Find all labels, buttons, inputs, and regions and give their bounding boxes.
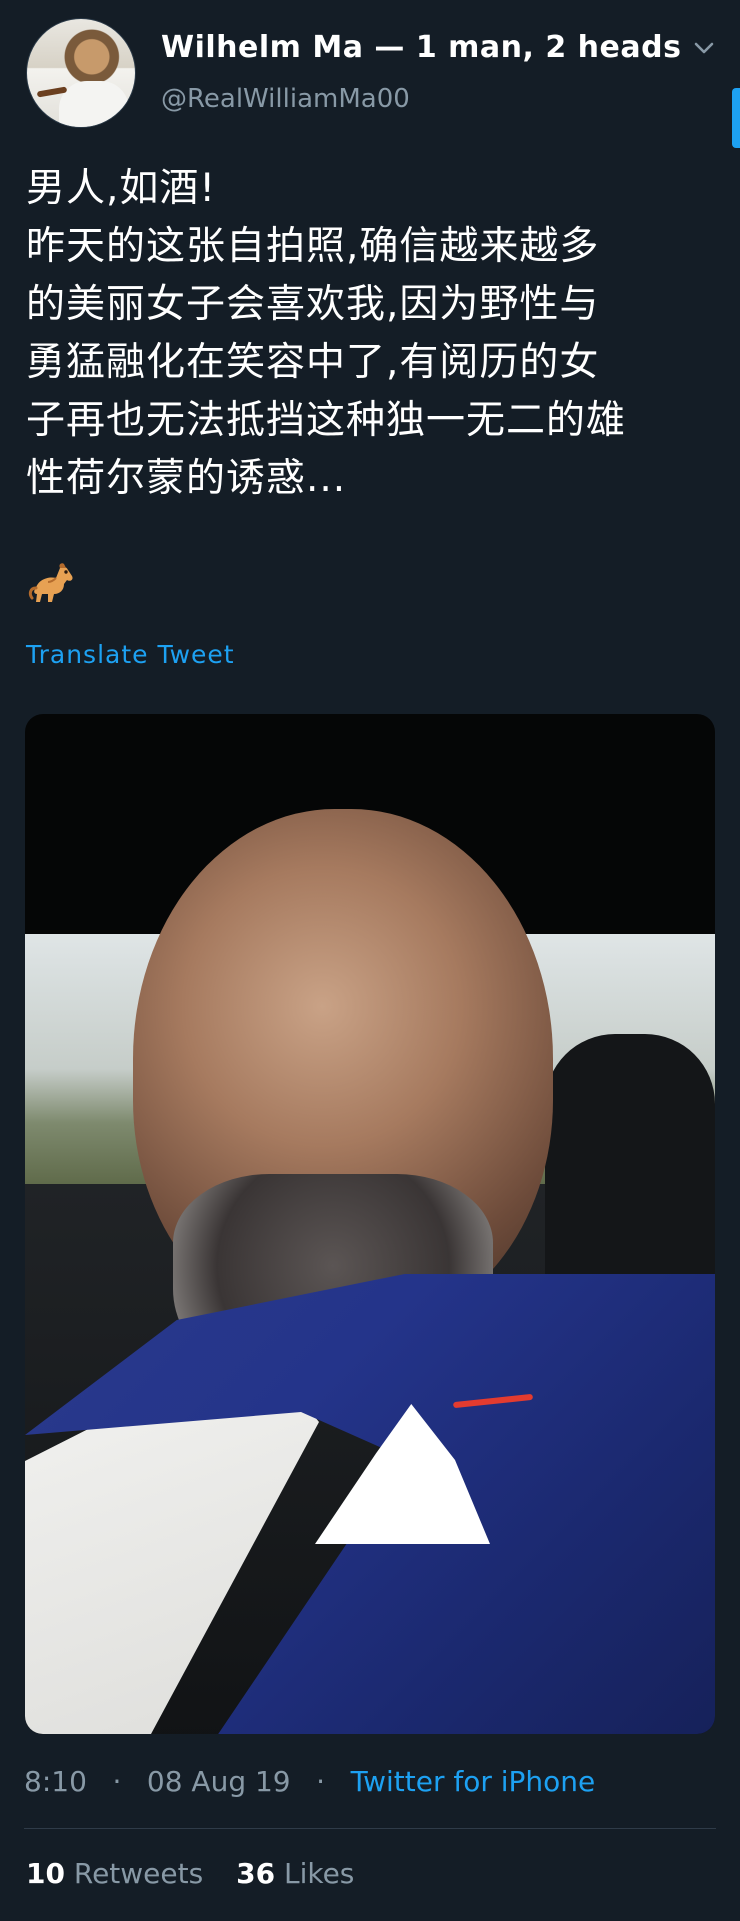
tweet-photo[interactable] [25, 714, 715, 1734]
tweet-text: 男人,如酒! 昨天的这张自拍照,确信越来越多 的美丽女子会喜欢我,因为野性与 勇… [26, 166, 627, 501]
author-display-name[interactable]: Wilhelm Ma — 1 man, 2 heads [161, 30, 681, 65]
tweet-metadata: 8:10 · 08 Aug 19 · Twitter for iPhone [24, 1765, 595, 1798]
author-avatar[interactable] [26, 18, 136, 128]
chevron-down-icon[interactable] [692, 36, 716, 60]
likes-count[interactable]: 36 [236, 1857, 275, 1890]
retweets-label[interactable]: Retweets [74, 1857, 203, 1890]
stats-divider [24, 1828, 716, 1829]
translate-tweet-link[interactable]: Translate Tweet [26, 640, 235, 669]
photo-headrest [545, 1034, 715, 1294]
author-handle[interactable]: @RealWilliamMa00 [161, 84, 410, 114]
retweets-count[interactable]: 10 [26, 1857, 65, 1890]
meta-separator: · [316, 1765, 326, 1798]
horse-emoji-icon [26, 554, 80, 608]
tweet-source-link[interactable]: Twitter for iPhone [351, 1765, 596, 1798]
tweet-time[interactable]: 8:10 [24, 1765, 87, 1798]
horse-emoji-svg [28, 563, 73, 602]
likes-label[interactable]: Likes [284, 1857, 354, 1890]
author-name-suffix: — 1 man, 2 heads [363, 30, 682, 65]
avatar-shirt [59, 81, 129, 127]
scroll-indicator [732, 88, 740, 148]
meta-separator: · [112, 1765, 122, 1798]
tweet-date[interactable]: 08 Aug 19 [147, 1765, 291, 1798]
tweet-header: Wilhelm Ma — 1 man, 2 heads @RealWilliam… [26, 18, 726, 128]
tweet-stats: 10 Retweets 36 Likes [26, 1857, 378, 1890]
chevron-down-icon-svg [694, 42, 714, 54]
author-name[interactable]: Wilhelm Ma [161, 30, 363, 65]
